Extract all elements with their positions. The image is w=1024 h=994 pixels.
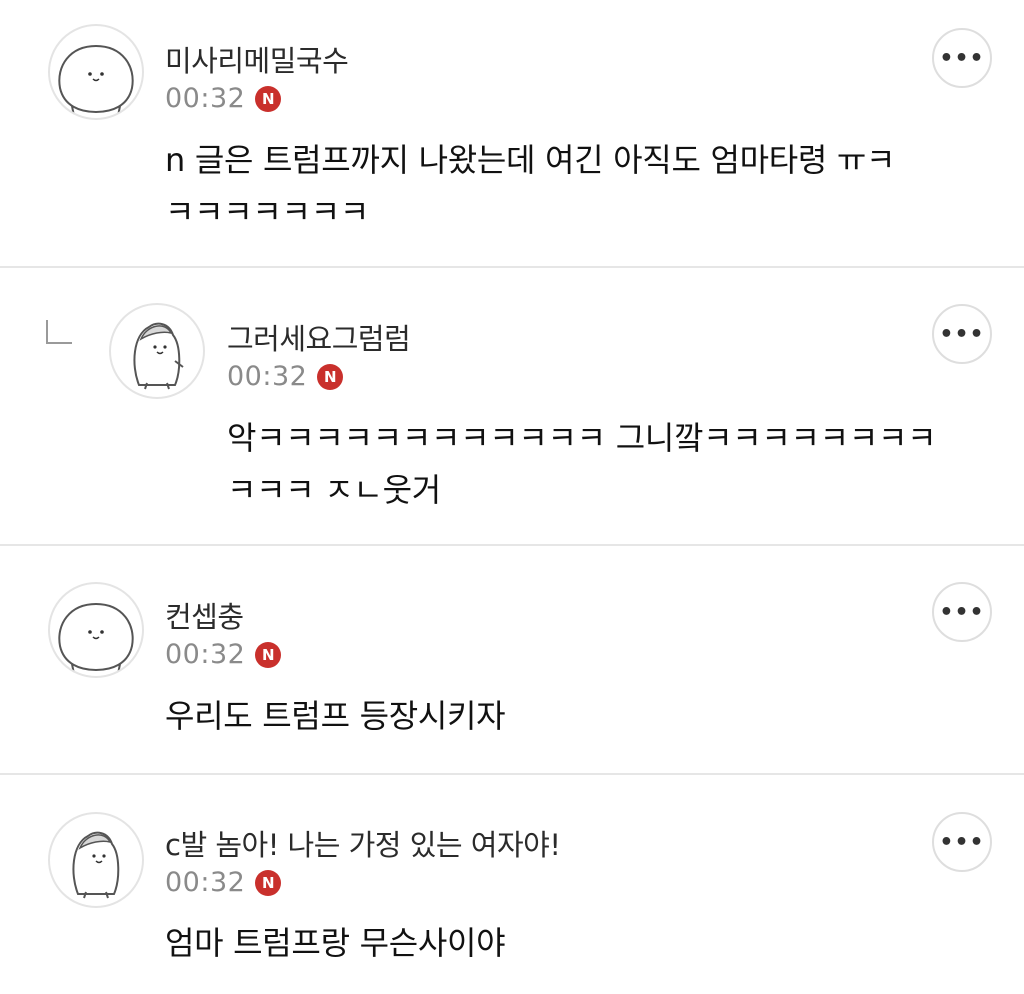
more-options-button[interactable]: •••: [932, 304, 992, 364]
more-options-button[interactable]: •••: [932, 582, 992, 642]
comment-time: 00:32: [165, 867, 246, 898]
penguin-bear-avatar-icon: [133, 322, 184, 390]
avatar[interactable]: [48, 812, 144, 908]
comment-author[interactable]: 그러세요그럼럼: [227, 316, 411, 358]
comment-text: 우리도 트럼프 등장시키자: [165, 690, 506, 742]
more-options-button[interactable]: •••: [932, 812, 992, 872]
avatar[interactable]: [48, 582, 144, 678]
comment-author[interactable]: 컨셉충: [165, 594, 244, 636]
comment-meta: 00:32 N: [165, 83, 282, 114]
new-badge-icon: N: [255, 85, 282, 112]
round-bear-avatar-icon: [58, 602, 134, 675]
avatar[interactable]: [48, 24, 144, 120]
new-badge-icon: N: [317, 363, 344, 390]
avatar[interactable]: [109, 303, 205, 399]
reply-arrow-icon: [46, 320, 72, 344]
new-badge-icon: N: [255, 641, 282, 668]
comment-item: 컨셉충 00:32 N 우리도 트럼프 등장시키자 •••: [0, 546, 1024, 775]
comment-item: c발 놈아! 나는 가정 있는 여자야! 00:32 N 엄마 트럼프랑 무슨사…: [0, 775, 1024, 994]
comment-item: 미사리메밀국수 00:32 N n 글은 트럼프까지 나왔는데 여긴 아직도 엄…: [0, 0, 1024, 268]
new-badge-icon: N: [255, 869, 282, 896]
comment-time: 00:32: [165, 83, 246, 114]
comment-author[interactable]: c발 놈아! 나는 가정 있는 여자야!: [165, 822, 561, 864]
comment-text: 엄마 트럼프랑 무슨사이야: [165, 917, 506, 969]
comment-text-line: 악ㅋㅋㅋㅋㅋㅋㅋㅋㅋㅋㅋㅋ 그니깤ㅋㅋㅋㅋㅋㅋㅋㅋ: [227, 419, 937, 457]
more-options-button[interactable]: •••: [932, 28, 992, 88]
comment-meta: 00:32 N: [165, 639, 282, 670]
comment-text-line: n 글은 트럼프까지 나왔는데 여긴 아직도 엄마타령 ㅠㅋ: [165, 141, 896, 179]
comment-author[interactable]: 미사리메밀국수: [165, 38, 349, 80]
comment-text-line: ㅋㅋㅋ ㅈㄴ웃거: [227, 471, 441, 509]
comment-text-line: 우리도 트럼프 등장시키자: [165, 697, 506, 735]
penguin-bear-avatar-icon: [72, 831, 120, 899]
reply-comment-item: 그러세요그럼럼 00:32 N 악ㅋㅋㅋㅋㅋㅋㅋㅋㅋㅋㅋㅋ 그니깤ㅋㅋㅋㅋㅋㅋㅋ…: [0, 268, 1024, 546]
comment-meta: 00:32 N: [227, 361, 344, 392]
comment-text-line: 엄마 트럼프랑 무슨사이야: [165, 924, 506, 962]
round-bear-avatar-icon: [58, 44, 134, 117]
comment-meta: 00:32 N: [165, 867, 282, 898]
comment-text: 악ㅋㅋㅋㅋㅋㅋㅋㅋㅋㅋㅋㅋ 그니깤ㅋㅋㅋㅋㅋㅋㅋㅋ ㅋㅋㅋ ㅈㄴ웃거: [227, 412, 937, 516]
comment-time: 00:32: [227, 361, 308, 392]
comment-text: n 글은 트럼프까지 나왔는데 여긴 아직도 엄마타령 ㅠㅋ ㅋㅋㅋㅋㅋㅋㅋ: [165, 134, 895, 238]
comment-time: 00:32: [165, 639, 246, 670]
comment-text-line: ㅋㅋㅋㅋㅋㅋㅋ: [165, 193, 369, 231]
